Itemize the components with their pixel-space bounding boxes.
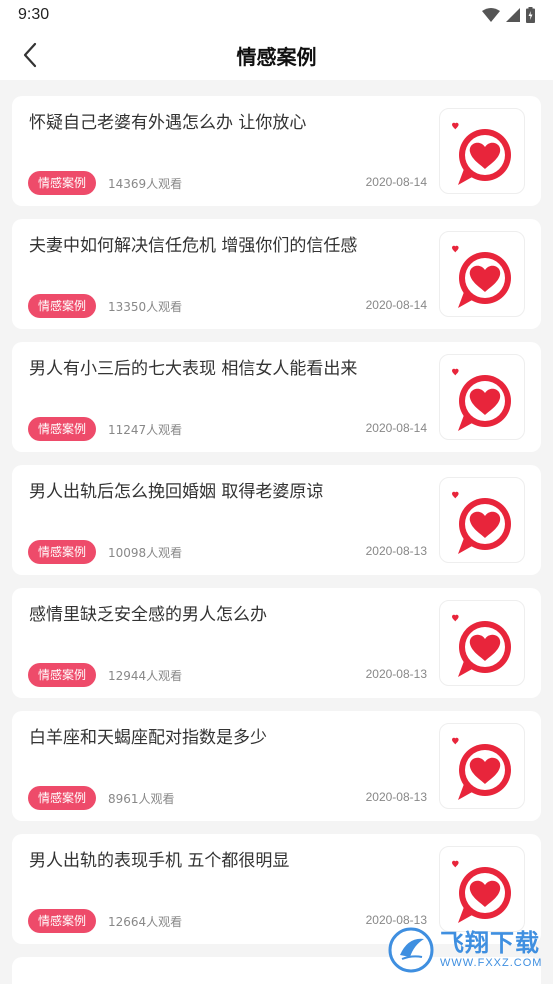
- case-title: 男人出轨后怎么挽回婚姻 取得老婆原谅: [29, 482, 324, 502]
- view-count: 12664人观看: [108, 915, 183, 929]
- category-tag: 情感案例: [28, 663, 97, 687]
- signal-icon: [506, 8, 520, 22]
- case-title: 怀疑自己老婆有外遇怎么办 让你放心: [29, 113, 307, 133]
- watermark-url: WWW.FXXZ.COM: [440, 957, 543, 969]
- case-card[interactable]: 白羊座和天蝎座配对指数是多少 情感案例 8961人观看 2020-08-13: [12, 711, 541, 821]
- header: 情感案例: [0, 30, 553, 80]
- heart-chat-icon: [439, 231, 525, 317]
- status-bar: 9:30: [0, 0, 553, 30]
- wifi-icon: [482, 8, 500, 22]
- heart-chat-icon: [439, 600, 525, 686]
- back-button[interactable]: [10, 30, 50, 80]
- category-tag: 情感案例: [28, 786, 97, 810]
- category-tag: 情感案例: [28, 909, 97, 933]
- publish-date: 2020-08-13: [365, 790, 427, 804]
- view-count: 14369人观看: [108, 177, 183, 191]
- publish-date: 2020-08-14: [365, 298, 427, 312]
- watermark-text: 飞翔下载: [440, 929, 540, 957]
- view-count: 13350人观看: [108, 300, 183, 314]
- view-count: 8961人观看: [108, 792, 175, 806]
- case-card[interactable]: 夫妻中如何解决信任危机 增强你们的信任感 情感案例 13350人观看 2020-…: [12, 219, 541, 329]
- status-icons: [482, 7, 535, 23]
- case-card[interactable]: 感情里缺乏安全感的男人怎么办 情感案例 12944人观看 2020-08-13: [12, 588, 541, 698]
- case-card[interactable]: 男人有小三后的七大表现 相信女人能看出来 情感案例 11247人观看 2020-…: [12, 342, 541, 452]
- heart-chat-icon: [439, 108, 525, 194]
- case-card[interactable]: 男人出轨后怎么挽回婚姻 取得老婆原谅 情感案例 10098人观看 2020-08…: [12, 465, 541, 575]
- chevron-left-icon: [23, 42, 37, 68]
- case-list: 怀疑自己老婆有外遇怎么办 让你放心 情感案例 14369人观看 2020-08-…: [0, 80, 553, 984]
- heart-chat-icon: [439, 477, 525, 563]
- status-time: 9:30: [18, 6, 50, 23]
- case-card[interactable]: 怀疑自己老婆有外遇怎么办 让你放心 情感案例 14369人观看 2020-08-…: [12, 96, 541, 206]
- case-title: 夫妻中如何解决信任危机 增强你们的信任感: [29, 236, 358, 256]
- publish-date: 2020-08-13: [365, 667, 427, 681]
- case-title: 感情里缺乏安全感的男人怎么办: [29, 605, 267, 625]
- category-tag: 情感案例: [28, 417, 97, 441]
- watermark-logo-icon: [388, 927, 434, 973]
- battery-icon: [526, 7, 535, 23]
- view-count: 11247人观看: [108, 423, 183, 437]
- case-title: 男人有小三后的七大表现 相信女人能看出来: [29, 359, 358, 379]
- case-title: 男人出轨的表现手机 五个都很明显: [29, 851, 290, 871]
- publish-date: 2020-08-14: [365, 421, 427, 435]
- category-tag: 情感案例: [28, 171, 97, 195]
- category-tag: 情感案例: [28, 540, 97, 564]
- category-tag: 情感案例: [28, 294, 97, 318]
- page-title: 情感案例: [236, 44, 317, 69]
- publish-date: 2020-08-14: [365, 175, 427, 189]
- site-watermark: 飞翔下载 WWW.FXXZ.COM: [388, 924, 548, 976]
- heart-chat-icon: [439, 846, 525, 932]
- publish-date: 2020-08-13: [365, 544, 427, 558]
- heart-chat-icon: [439, 723, 525, 809]
- view-count: 10098人观看: [108, 546, 183, 560]
- case-title: 白羊座和天蝎座配对指数是多少: [29, 728, 267, 748]
- heart-chat-icon: [439, 354, 525, 440]
- view-count: 12944人观看: [108, 669, 183, 683]
